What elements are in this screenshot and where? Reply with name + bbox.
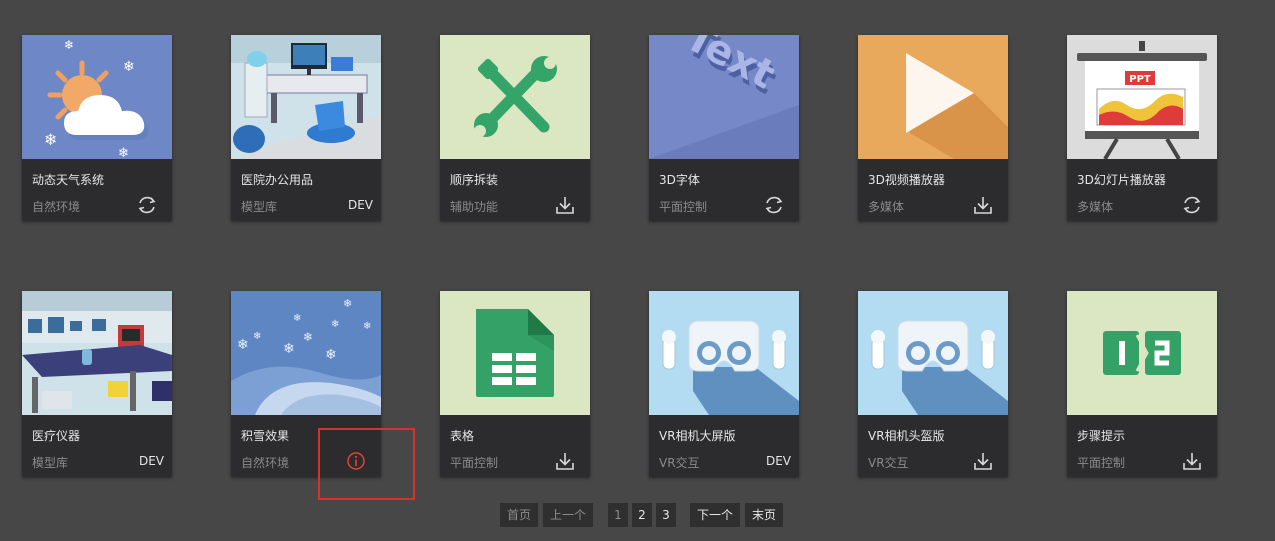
3d-text-thumbnail: Text Text xyxy=(649,35,799,159)
svg-text:❄: ❄ xyxy=(293,313,301,324)
card-title: 动态天气系统 xyxy=(32,173,105,187)
card-category: 辅助功能 xyxy=(450,200,499,214)
card-category: 平面控制 xyxy=(659,200,708,214)
svg-text:❄: ❄ xyxy=(44,130,57,149)
first-page-button[interactable]: 首页 xyxy=(500,503,538,527)
plugin-card[interactable]: Text Text 3D字体 平面控制 xyxy=(649,35,799,221)
card-title: VR相机头盔版 xyxy=(868,429,945,443)
prev-page-button[interactable]: 上一个 xyxy=(543,503,593,527)
card-title: 医疗仪器 xyxy=(32,429,81,443)
sync-icon[interactable] xyxy=(763,194,785,216)
card-category: 多媒体 xyxy=(868,200,905,214)
card-title: 积雪效果 xyxy=(241,429,290,443)
card-title: 表格 xyxy=(450,429,475,443)
download-icon[interactable] xyxy=(972,194,994,216)
plugin-card[interactable]: VR相机头盔版 VR交互 xyxy=(858,291,1008,477)
svg-text:❄: ❄ xyxy=(118,146,129,159)
plugin-card[interactable]: ❄ ❄ ❄ ❄ 动态天气系统 自然环境 xyxy=(22,35,172,221)
card-category: 模型库 xyxy=(241,200,278,214)
card-title: 医院办公用品 xyxy=(241,173,314,187)
sync-icon[interactable] xyxy=(136,194,158,216)
svg-text:❄: ❄ xyxy=(123,59,135,75)
plugin-card[interactable]: PPT 3D幻灯片播放器 多媒体 xyxy=(1067,35,1217,221)
card-category: 模型库 xyxy=(32,456,69,470)
card-title: 步骤提示 xyxy=(1077,429,1126,443)
svg-text:❄: ❄ xyxy=(253,331,261,342)
hospital-office-thumbnail xyxy=(231,35,381,159)
page-3-button[interactable]: 3 xyxy=(656,503,676,527)
dev-badge: DEV xyxy=(347,198,373,212)
card-title: 3D幻灯片播放器 xyxy=(1077,173,1166,187)
card-title: 3D字体 xyxy=(659,173,700,187)
plugin-card[interactable]: 医院办公用品 模型库 DEV xyxy=(231,35,381,221)
vr-large-screen-thumbnail xyxy=(649,291,799,415)
plugin-card[interactable]: 3D视频播放器 多媒体 xyxy=(858,35,1008,221)
plugin-card[interactable]: 顺序拆装 辅助功能 xyxy=(440,35,590,221)
step-hint-thumbnail xyxy=(1067,291,1217,415)
card-category: VR交互 xyxy=(659,456,700,470)
weather-thumbnail: ❄ ❄ ❄ ❄ xyxy=(22,35,172,159)
vr-headset-thumbnail xyxy=(858,291,1008,415)
svg-text:❄: ❄ xyxy=(343,297,352,310)
tools-thumbnail xyxy=(440,35,590,159)
info-icon[interactable] xyxy=(345,450,367,472)
plugin-card[interactable]: 步骤提示 平面控制 xyxy=(1067,291,1217,477)
svg-text:❄: ❄ xyxy=(363,321,371,332)
page-2-button[interactable]: 2 xyxy=(632,503,652,527)
svg-text:❄: ❄ xyxy=(331,319,339,330)
spreadsheet-thumbnail xyxy=(440,291,590,415)
card-title: 3D视频播放器 xyxy=(868,173,945,187)
video-player-thumbnail xyxy=(858,35,1008,159)
card-category: 多媒体 xyxy=(1077,200,1114,214)
plugin-card[interactable]: VR相机大屏版 VR交互 DEV xyxy=(649,291,799,477)
download-icon[interactable] xyxy=(972,450,994,472)
svg-text:❄: ❄ xyxy=(325,347,337,363)
plugin-card[interactable]: 表格 平面控制 xyxy=(440,291,590,477)
card-category: VR交互 xyxy=(868,456,909,470)
dev-badge: DEV xyxy=(138,454,164,468)
plugin-card[interactable]: 医疗仪器 模型库 DEV xyxy=(22,291,172,477)
card-title: 顺序拆装 xyxy=(450,173,499,187)
slideshow-thumbnail: PPT xyxy=(1067,35,1217,159)
card-category: 平面控制 xyxy=(1077,456,1126,470)
plugin-card[interactable]: ❄ ❄ ❄ ❄ ❄ ❄ ❄ ❄ ❄ 积雪效果 自然环境 xyxy=(231,291,381,477)
ppt-label: PPT xyxy=(1129,74,1151,85)
svg-text:❄: ❄ xyxy=(64,38,74,52)
card-category: 自然环境 xyxy=(241,456,290,470)
download-icon[interactable] xyxy=(1181,450,1203,472)
page-1-button[interactable]: 1 xyxy=(608,503,628,527)
download-icon[interactable] xyxy=(554,194,576,216)
dev-badge: DEV xyxy=(765,454,791,468)
svg-text:❄: ❄ xyxy=(283,341,295,357)
svg-text:❄: ❄ xyxy=(303,330,313,344)
card-category: 自然环境 xyxy=(32,200,81,214)
last-page-button[interactable]: 末页 xyxy=(745,503,783,527)
next-page-button[interactable]: 下一个 xyxy=(690,503,740,527)
download-icon[interactable] xyxy=(554,450,576,472)
snow-effect-thumbnail: ❄ ❄ ❄ ❄ ❄ ❄ ❄ ❄ ❄ xyxy=(231,291,381,415)
svg-text:❄: ❄ xyxy=(237,337,249,353)
medical-instruments-thumbnail xyxy=(22,291,172,415)
card-title: VR相机大屏版 xyxy=(659,429,736,443)
card-category: 平面控制 xyxy=(450,456,499,470)
sync-icon[interactable] xyxy=(1181,194,1203,216)
